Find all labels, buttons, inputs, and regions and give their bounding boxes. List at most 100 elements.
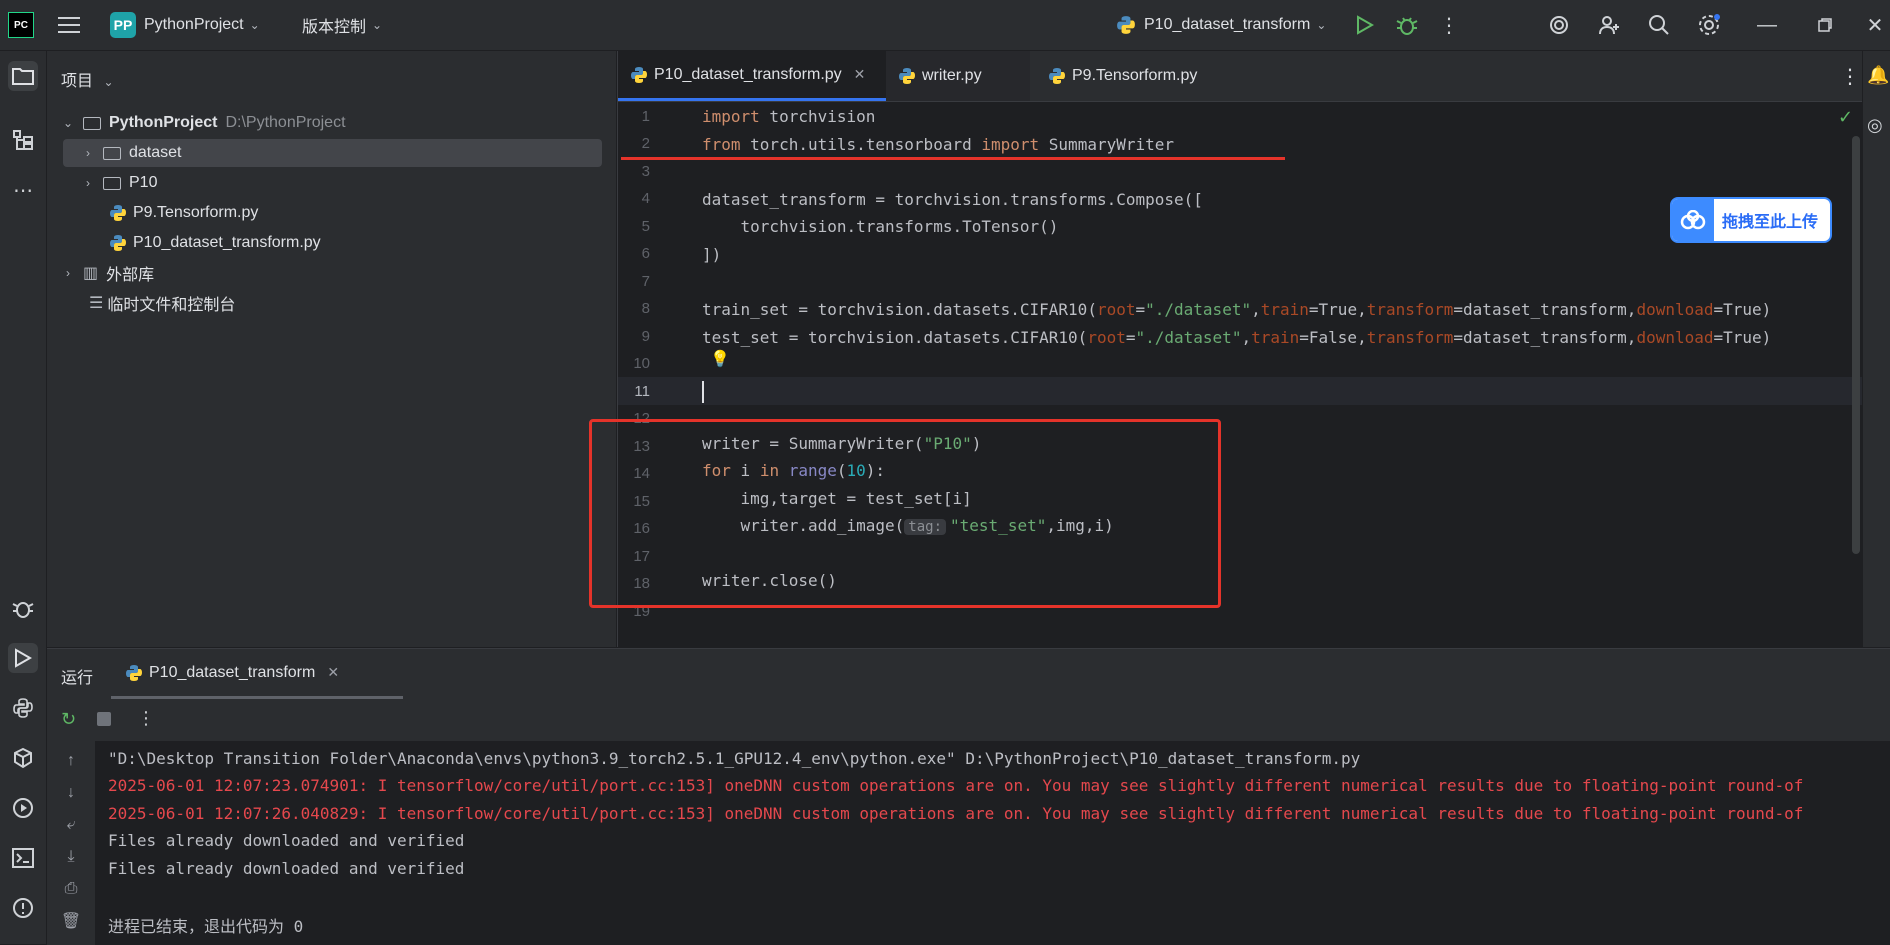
code-text: SummaryWriter [1039, 135, 1175, 154]
project-switcher[interactable]: PP PythonProject ⌄ [110, 0, 260, 50]
code-text: =dataset_transform, [1453, 300, 1637, 319]
chevron-right-icon: › [66, 266, 70, 280]
scroll-to-end-icon[interactable]: ⤓ [61, 847, 81, 867]
more-horizontal-icon[interactable]: ⋯ [8, 175, 38, 205]
tab-label: writer.py [922, 67, 982, 84]
lightbulb-icon[interactable]: 💡 [710, 349, 730, 369]
main-menu-icon[interactable] [56, 12, 82, 38]
tree-item-p9-tensorform[interactable]: P9.Tensorform.py [109, 199, 649, 227]
minimize-icon[interactable]: — [1754, 12, 1780, 38]
line-number: 9 [641, 328, 650, 345]
project-folder-icon[interactable] [8, 61, 38, 91]
tree-root-name: PythonProject [109, 114, 218, 131]
code-text: , [1251, 300, 1261, 319]
tree-item-external-libs[interactable]: › ▥ 外部库 [61, 259, 601, 287]
code-line[interactable]: import torchvision [702, 107, 875, 126]
code-line[interactable]: train_set = torchvision.datasets.CIFAR10… [702, 300, 1771, 319]
more-vertical-icon[interactable]: ⋮ [1436, 12, 1462, 38]
console-line: Files already downloaded and verified [108, 859, 465, 878]
add-user-icon[interactable] [1596, 12, 1622, 38]
stop-icon[interactable] [97, 712, 111, 726]
more-vertical-icon[interactable]: ⋮ [137, 708, 155, 729]
editor-scrollbar[interactable] [1852, 136, 1860, 554]
right-tool-strip: 🔔 ◎ [1862, 51, 1890, 647]
python-file-icon [631, 66, 647, 83]
tree-root[interactable]: ⌄ PythonProject D:\PythonProject [61, 109, 601, 137]
tree-item-p10[interactable]: › P10 [81, 169, 621, 197]
close-tab-icon[interactable]: ✕ [327, 664, 339, 681]
problems-icon[interactable] [8, 893, 38, 923]
code-text: =True) [1713, 300, 1772, 319]
code-text: test_set = torchvision.datasets.CIFAR10( [702, 328, 1088, 347]
code-line[interactable]: from torch.utils.tensorboard import Summ… [702, 135, 1174, 154]
tab-run-config[interactable]: P10_dataset_transform ✕ [111, 649, 403, 699]
run-config-selector[interactable]: P10_dataset_transform ⌄ [1116, 0, 1326, 50]
pycharm-logo-icon[interactable]: PC [8, 12, 34, 38]
param-name: root [1096, 300, 1136, 319]
code-line[interactable]: test_set = torchvision.datasets.CIFAR10(… [702, 328, 1771, 347]
project-panel-header[interactable]: 项目 ⌄ [61, 67, 114, 91]
tree-item-scratches[interactable]: ☰ 临时文件和控制台 [89, 289, 629, 317]
services-icon[interactable] [8, 793, 38, 823]
line-number: 4 [641, 190, 650, 207]
vcs-menu[interactable]: 版本控制 ⌄ [302, 0, 382, 50]
close-window-icon[interactable]: ✕ [1862, 12, 1888, 38]
code-text: train_set = torchvision.datasets.CIFAR10… [702, 300, 1097, 319]
soft-wrap-icon[interactable]: ⤶ [61, 815, 81, 835]
notifications-icon[interactable]: 🔔 [1867, 65, 1889, 86]
tab-p10-dataset-transform[interactable]: P10_dataset_transform.py ✕ [618, 51, 886, 101]
search-icon[interactable] [1646, 12, 1672, 38]
keyword: import [981, 135, 1040, 154]
console-exit-line: 进程已结束，退出代码为 0 [108, 917, 304, 936]
param-name: transform [1366, 328, 1454, 347]
tree-item-dataset[interactable]: › dataset [63, 139, 602, 167]
project-name: PythonProject [144, 16, 244, 33]
structure-icon[interactable] [8, 125, 38, 155]
rerun-icon[interactable]: ↻ [61, 709, 76, 730]
code-text: torchvision [759, 107, 876, 126]
print-icon[interactable]: ⎙ [61, 879, 81, 899]
tree-item-p10-dataset-transform[interactable]: P10_dataset_transform.py [109, 229, 649, 257]
line-number: 2 [641, 135, 650, 152]
line-number: 8 [641, 300, 650, 317]
editor-tab-bar: P10_dataset_transform.py ✕ writer.py P9.… [618, 51, 1890, 102]
python-packages-icon[interactable] [8, 743, 38, 773]
string-literal: "./dataset" [1145, 300, 1252, 319]
chevron-down-icon: ⌄ [249, 18, 260, 32]
ai-assistant-icon[interactable] [1546, 12, 1572, 38]
current-line-highlight [618, 377, 1863, 405]
code-text: =True, [1308, 300, 1367, 319]
console-side-toolbar: ↑ ↓ ⤶ ⤓ ⎙ 🗑 [47, 741, 95, 945]
close-tab-icon[interactable]: ✕ [854, 66, 866, 83]
trash-icon[interactable]: 🗑 [61, 911, 81, 931]
scroll-up-icon[interactable]: ↑ [61, 751, 81, 771]
debug-tool-icon[interactable] [8, 593, 38, 623]
terminal-icon[interactable] [8, 843, 38, 873]
param-name: download [1636, 328, 1714, 347]
scratches-icon: ☰ [89, 295, 104, 312]
chevron-right-icon: › [86, 176, 90, 190]
vcs-label: 版本控制 [302, 19, 367, 36]
param-name: train [1251, 328, 1300, 347]
ai-assistant-side-icon[interactable]: ◎ [1867, 115, 1883, 136]
tree-item-label: dataset [129, 144, 182, 161]
line-number: 7 [641, 273, 650, 290]
run-tool-icon[interactable] [8, 643, 38, 673]
tab-p9-tensorform[interactable]: P9.Tensorform.py [1036, 51, 1236, 101]
code-line[interactable]: dataset_transform = torchvision.transfor… [702, 190, 1203, 209]
scroll-down-icon[interactable]: ↓ [61, 783, 81, 803]
code-line[interactable]: torchvision.transforms.ToTensor() [702, 217, 1059, 236]
code-line[interactable]: ]) [702, 245, 721, 264]
upload-drop-widget[interactable]: 拖拽至此上传 [1670, 197, 1832, 243]
restore-icon[interactable] [1812, 12, 1838, 38]
project-panel: 项目 ⌄ ⌄ PythonProject D:\PythonProject › … [47, 51, 616, 647]
console-error-line: 2025-06-01 12:07:26.040829: I tensorflow… [108, 804, 1804, 823]
run-icon[interactable] [1352, 12, 1378, 38]
debug-icon[interactable] [1394, 12, 1420, 38]
python-console-icon[interactable] [8, 693, 38, 723]
no-problems-check-icon[interactable]: ✓ [1838, 107, 1853, 128]
chevron-down-icon: ⌄ [62, 116, 74, 130]
tab-writer[interactable]: writer.py [886, 51, 1030, 101]
settings-gear-icon[interactable] [1696, 12, 1722, 38]
code-text: =True) [1713, 328, 1772, 347]
